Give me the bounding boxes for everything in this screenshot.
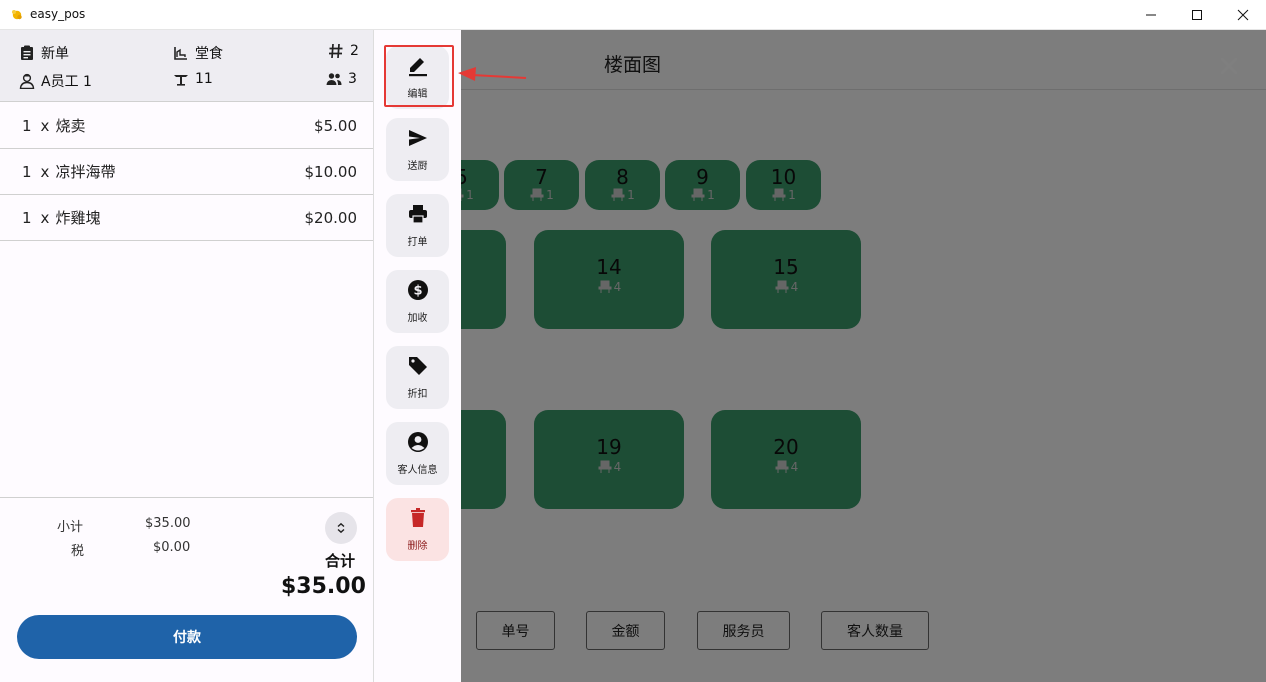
tax-label: 税	[71, 544, 85, 559]
maximize-button[interactable]	[1174, 0, 1220, 30]
guest-count-value: 3	[348, 71, 357, 87]
item-qty: 1	[22, 162, 32, 181]
expand-summary-button[interactable]	[325, 512, 357, 544]
minimize-button[interactable]	[1128, 0, 1174, 30]
dining-mode-label: 堂食	[195, 46, 223, 62]
order-type: 新单	[19, 43, 69, 63]
hash-icon	[329, 43, 343, 59]
order-number: 2	[328, 43, 359, 59]
dining-mode: 堂食	[173, 43, 223, 63]
clipboard-icon	[21, 45, 33, 60]
total-label: 合计	[325, 552, 356, 570]
dollar-circle-icon: $	[407, 280, 428, 300]
discount-button[interactable]: 折扣	[386, 346, 449, 409]
app-logo-icon	[12, 10, 22, 20]
print-label: 打单	[407, 237, 428, 248]
order-type-label: 新单	[41, 46, 69, 62]
send-to-kitchen-label: 送厨	[407, 161, 428, 172]
item-times: x	[40, 116, 50, 135]
print-button[interactable]: 打单	[386, 194, 449, 257]
close-icon	[1237, 9, 1249, 21]
item-name: 炸雞塊	[55, 209, 101, 227]
order-number-value: 2	[350, 43, 359, 59]
surcharge-button[interactable]: $ 加收	[386, 270, 449, 333]
staff: A员工 1	[19, 71, 92, 91]
item-name: 凉拌海帶	[55, 163, 116, 181]
delete-button[interactable]: 删除	[386, 498, 449, 561]
item-price: $10.00	[304, 162, 358, 181]
svg-text:$: $	[413, 284, 422, 299]
window-close-button[interactable]	[1220, 0, 1266, 30]
order-item-row[interactable]: 1 x 烧卖 $5.00	[0, 103, 373, 149]
people-icon	[326, 73, 342, 85]
minimize-icon	[1146, 14, 1156, 16]
pay-button[interactable]: 付款	[17, 615, 357, 659]
staff-person-icon	[19, 73, 35, 89]
discount-label: 折扣	[407, 389, 428, 400]
customer-info-label: 客人信息	[397, 465, 438, 476]
guest-count: 3	[326, 71, 357, 87]
table-number-value: 11	[195, 71, 213, 87]
surcharge-label: 加收	[407, 313, 428, 324]
account-circle-icon	[407, 432, 428, 452]
table-icon	[174, 75, 188, 86]
window-title: easy_pos	[30, 7, 86, 21]
total-amount: $35.00	[281, 574, 366, 599]
subtotal-value: $35.00	[145, 516, 191, 531]
order-panel: 新单 堂食 2 A员工 1 11 3 1 x 烧卖 $5.00 1 x 凉拌海帶…	[0, 30, 374, 682]
trash-icon	[410, 508, 425, 527]
tag-icon	[408, 357, 427, 375]
chevron-expand-icon	[337, 522, 345, 534]
item-price: $5.00	[314, 116, 357, 135]
item-name: 烧卖	[55, 117, 86, 135]
item-qty: 1	[22, 208, 32, 227]
send-icon	[408, 130, 427, 146]
item-times: x	[40, 162, 50, 181]
delete-label: 删除	[407, 541, 428, 552]
item-qty: 1	[22, 116, 32, 135]
order-item-row[interactable]: 1 x 炸雞塊 $20.00	[0, 195, 373, 241]
customer-info-button[interactable]: 客人信息	[386, 422, 449, 485]
action-column: 编辑 送厨 打单 $ 加收 折扣 客人信息 删除	[374, 30, 461, 682]
annotation-highlight-box	[384, 45, 454, 107]
order-item-row[interactable]: 1 x 凉拌海帶 $10.00	[0, 149, 373, 195]
order-header: 新单 堂食 2 A员工 1 11 3	[0, 30, 373, 102]
tax-value: $0.00	[153, 540, 191, 555]
floor-map-panel: 楼面图 5 1 7 1 8 1 9 1 10 1 14 4 15 4 19 4 …	[374, 30, 1266, 682]
modal-overlay[interactable]	[374, 30, 1266, 682]
send-to-kitchen-button[interactable]: 送厨	[386, 118, 449, 181]
staff-label: A员工 1	[41, 74, 92, 90]
printer-icon	[408, 205, 427, 224]
subtotal-label: 小计	[57, 520, 84, 535]
summary-divider	[0, 497, 373, 498]
annotation-arrow-icon	[458, 67, 527, 81]
item-price: $20.00	[304, 208, 358, 227]
maximize-icon	[1192, 10, 1202, 20]
table: 11	[173, 71, 213, 87]
window-titlebar: easy_pos	[0, 0, 1266, 30]
dine-in-icon	[174, 47, 187, 60]
item-times: x	[40, 208, 50, 227]
